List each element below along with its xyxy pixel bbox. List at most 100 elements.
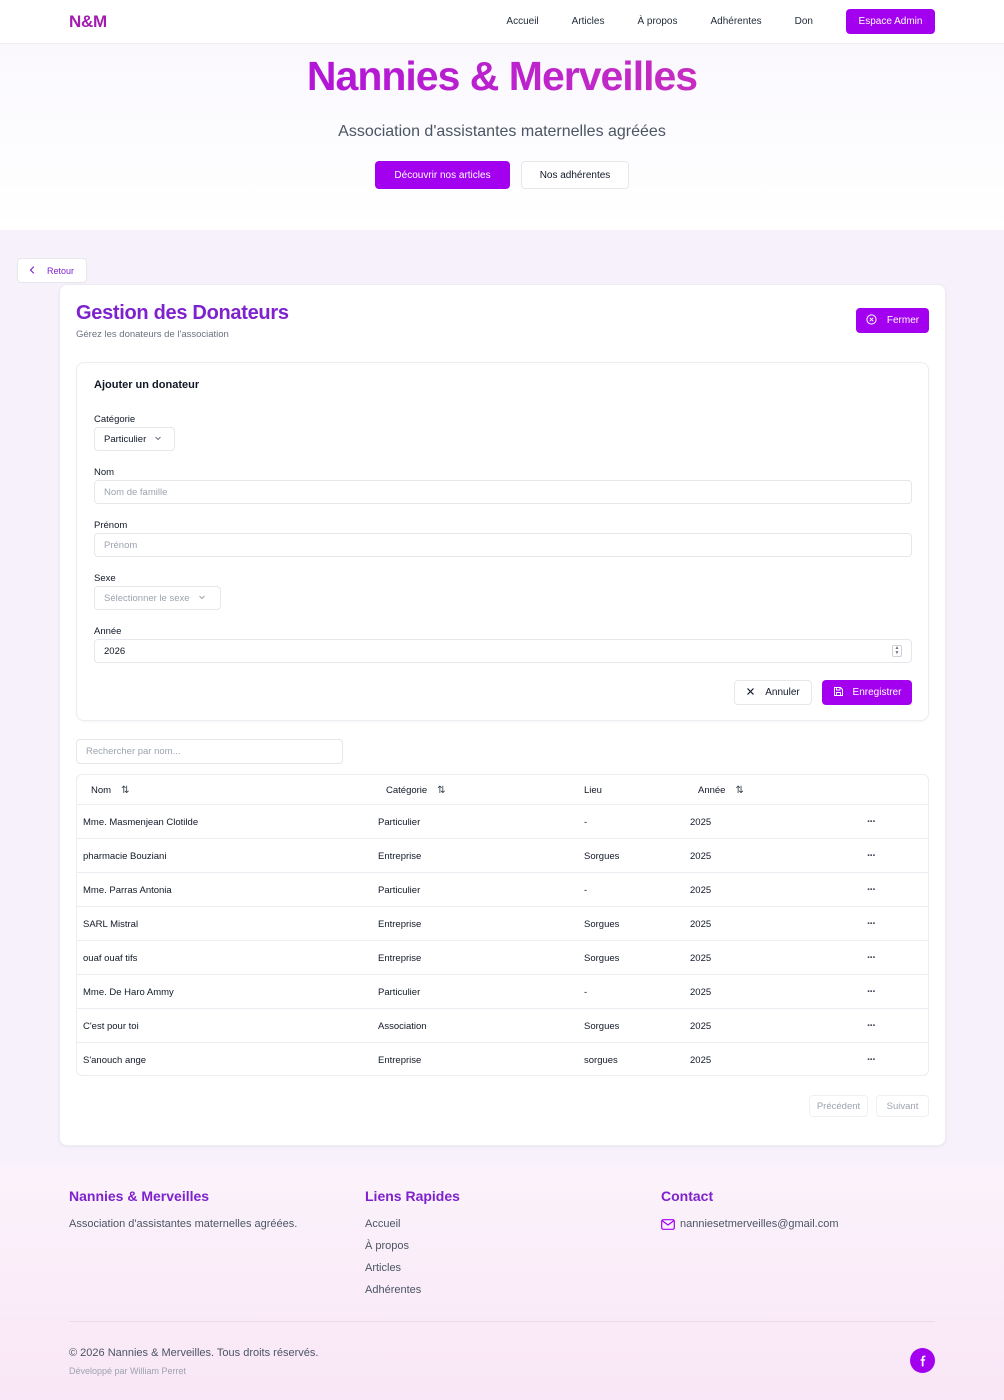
cell-place: - [584, 986, 588, 998]
cell-name: Mme. Parras Antonia [83, 884, 172, 896]
row-actions-icon[interactable]: ··· [867, 839, 876, 873]
cancel-button[interactable]: Annuler [734, 680, 812, 705]
sort-icon[interactable]: ⇅ [735, 785, 743, 796]
footer-link-a-propos[interactable]: À propos [365, 1240, 409, 1252]
column-header-category[interactable]: Catégorie ⇅ [386, 775, 446, 805]
table-row: Mme. Parras Antonia Particulier - 2025 ··· [77, 873, 928, 907]
cell-place: Sorgues [584, 918, 620, 930]
year-label: Année [94, 626, 122, 637]
footer-brand-text: Association d'assistantes maternelles ag… [69, 1218, 298, 1230]
header-label: Lieu [584, 784, 602, 796]
table-row: S'anouch ange Entreprise sorgues 2025 ··· [77, 1043, 928, 1075]
hero: Nannies & Merveilles Association d'assis… [0, 44, 1004, 230]
next-page-button[interactable]: Suivant [876, 1095, 929, 1117]
table-row: SARL Mistral Entreprise Sorgues 2025 ··· [77, 907, 928, 941]
donors-table: Nom ⇅ Catégorie ⇅ Lieu Année ⇅ Mme. Masm… [76, 774, 929, 1076]
footer-link-adherentes[interactable]: Adhérentes [365, 1284, 421, 1296]
form-title: Ajouter un donateur [94, 379, 200, 391]
chevron-down-icon [198, 593, 206, 604]
cell-category: Entreprise [378, 1054, 422, 1066]
name-label: Nom [94, 467, 115, 478]
save-label: Enregistrer [852, 687, 902, 698]
footer-link-articles[interactable]: Articles [365, 1262, 401, 1274]
name-input[interactable]: Nom de famille [94, 480, 912, 504]
mail-icon [661, 1219, 675, 1233]
nav-link-adherentes[interactable]: Adhérentes [710, 16, 761, 27]
cell-year: 2025 [690, 986, 712, 998]
cell-year: 2025 [690, 952, 712, 964]
cell-category: Particulier [378, 986, 421, 998]
contact-email-link[interactable]: nanniesetmerveilles@gmail.com [680, 1218, 839, 1230]
previous-page-button[interactable]: Précédent [809, 1095, 868, 1117]
row-actions-icon[interactable]: ··· [867, 941, 876, 975]
footer: Nannies & Merveilles Association d'assis… [0, 1164, 1004, 1400]
chevron-left-icon [28, 265, 36, 276]
row-actions-icon[interactable]: ··· [867, 1009, 876, 1043]
cell-place: - [584, 884, 588, 896]
category-value: Particulier [104, 433, 147, 445]
sort-icon[interactable]: ⇅ [121, 785, 129, 796]
cell-name: pharmacie Bouziani [83, 850, 167, 862]
row-actions-icon[interactable]: ··· [867, 873, 876, 907]
footer-brand-title: Nannies & Merveilles [69, 1188, 210, 1204]
our-members-button[interactable]: Nos adhérentes [521, 161, 629, 189]
header-label: Nom [91, 784, 112, 796]
facebook-icon[interactable] [910, 1348, 935, 1373]
cell-year: 2025 [690, 816, 712, 828]
donors-panel: Gestion des Donateurs Gérez les donateur… [59, 284, 946, 1146]
cell-category: Entreprise [378, 918, 422, 930]
logo[interactable]: N&M [69, 12, 107, 32]
year-input[interactable]: 2026 ▲ ▼ [94, 639, 912, 663]
nav-link-accueil[interactable]: Accueil [506, 16, 538, 27]
firstname-input[interactable]: Prénom [94, 533, 912, 557]
table-row: Mme. De Haro Ammy Particulier - 2025 ··· [77, 975, 928, 1009]
column-header-name[interactable]: Nom ⇅ [91, 775, 129, 805]
developer-credit: Développé par William Perret [69, 1366, 187, 1376]
column-header-year[interactable]: Année ⇅ [698, 775, 744, 805]
cell-place: Sorgues [584, 1020, 620, 1032]
header-label: Année [698, 784, 726, 796]
footer-divider [69, 1321, 935, 1322]
row-actions-icon[interactable]: ··· [867, 805, 876, 839]
chevron-down-icon [154, 434, 162, 445]
discover-articles-button[interactable]: Découvrir nos articles [375, 161, 510, 189]
admin-space-button[interactable]: Espace Admin [846, 9, 935, 34]
x-icon [746, 687, 755, 699]
nav-link-don[interactable]: Don [795, 16, 813, 27]
search-input[interactable]: Rechercher par nom... [76, 739, 343, 764]
cell-category: Particulier [378, 884, 421, 896]
cell-name: SARL Mistral [83, 918, 139, 930]
cell-category: Particulier [378, 816, 421, 828]
row-actions-icon[interactable]: ··· [867, 907, 876, 941]
back-button[interactable]: Retour [17, 258, 87, 283]
sex-select[interactable]: Sélectionner le sexe [94, 586, 221, 610]
nav-link-a-propos[interactable]: À propos [637, 16, 677, 27]
save-button[interactable]: Enregistrer [822, 680, 912, 705]
cell-name: S'anouch ange [83, 1054, 147, 1066]
table-row: pharmacie Bouziani Entreprise Sorgues 2025 ·… [77, 839, 928, 873]
cell-place: Sorgues [584, 850, 620, 862]
hero-actions: Découvrir nos articles Nos adhérentes [0, 161, 1004, 189]
sort-icon[interactable]: ⇅ [437, 785, 445, 796]
close-button[interactable]: Fermer [856, 308, 929, 333]
save-icon [833, 686, 844, 700]
copyright: © 2026 Nannies & Merveilles. Tous droits… [69, 1347, 319, 1359]
footer-link-accueil[interactable]: Accueil [365, 1218, 400, 1230]
panel-title: Gestion des Donateurs [76, 302, 289, 324]
sex-placeholder: Sélectionner le sexe [104, 592, 190, 604]
table-row: Mme. Masmenjean Clotilde Particulier - 2025… [77, 805, 928, 839]
main-area: Retour Gestion des Donateurs Gérez les d… [0, 230, 1004, 1164]
cell-name: ouaf ouaf tifs [83, 952, 138, 964]
close-label: Fermer [886, 315, 920, 326]
footer-links-title: Liens Rapides [365, 1188, 460, 1204]
cancel-label: Annuler [765, 687, 800, 698]
hero-subtitle: Association d'assistantes maternelles ag… [338, 123, 666, 140]
firstname-label: Prénom [94, 520, 128, 531]
cell-year: 2025 [690, 918, 712, 930]
nav-link-articles[interactable]: Articles [572, 16, 605, 27]
number-stepper-icon[interactable]: ▲ ▼ [892, 645, 902, 657]
add-donor-form: Ajouter un donateur Catégorie Particulie… [76, 362, 929, 721]
row-actions-icon[interactable]: ··· [867, 1043, 876, 1075]
row-actions-icon[interactable]: ··· [867, 975, 876, 1009]
category-select[interactable]: Particulier [94, 427, 175, 451]
